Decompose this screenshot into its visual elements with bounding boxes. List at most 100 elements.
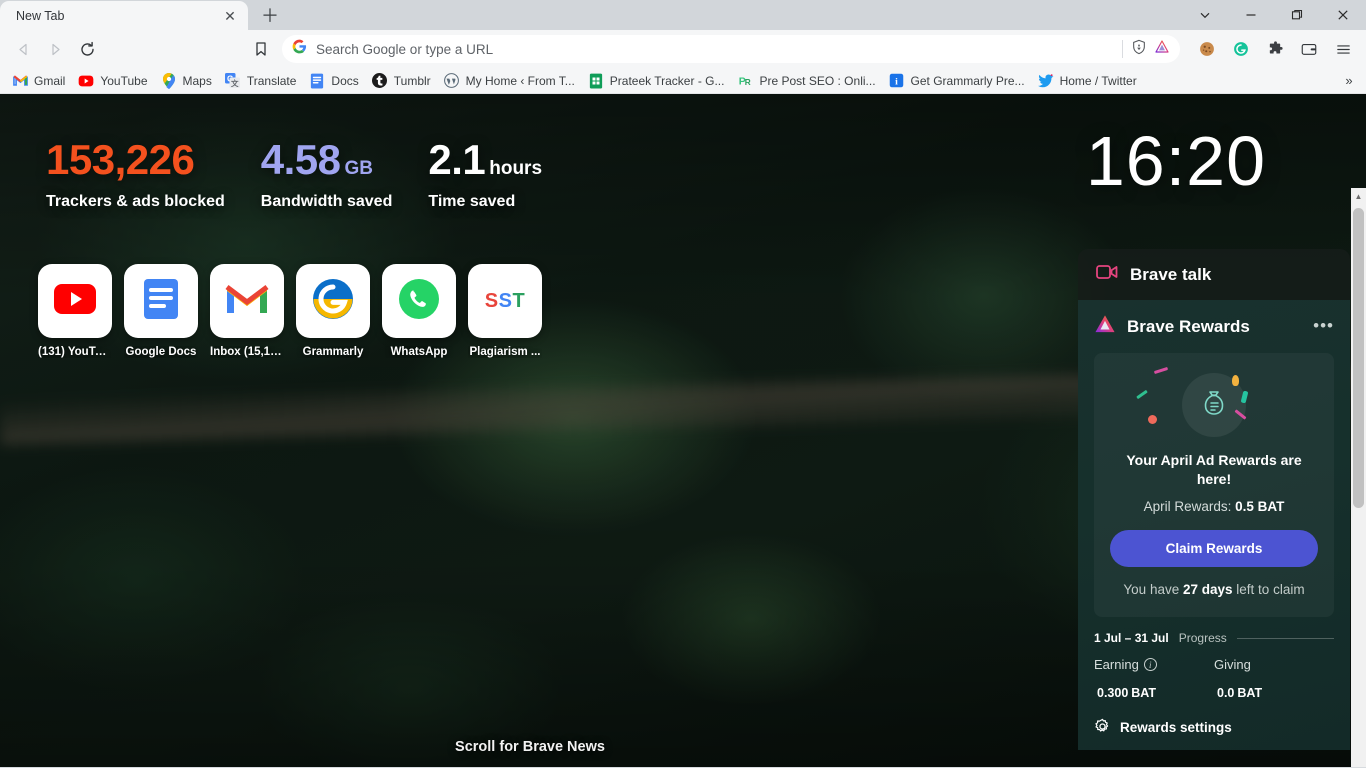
shortcut-label: Google Docs <box>125 346 197 358</box>
bookmark-label: Get Grammarly Pre... <box>910 73 1025 88</box>
bookmark-label: Docs <box>331 73 359 88</box>
shortcut-tile[interactable] <box>124 264 198 338</box>
bookmark-icon[interactable] <box>246 34 276 64</box>
shortcut-plagiarism-sst[interactable]: SST Plagiarism ... <box>468 264 542 358</box>
brave-shields-icon[interactable] <box>1131 39 1147 60</box>
tab-title: New Tab <box>16 8 65 23</box>
bookmark-prateek-tracker[interactable]: Prateek Tracker - G... <box>582 70 731 92</box>
progress-range-suffix: Progress <box>1178 631 1227 645</box>
puzzle-extensions-icon[interactable] <box>1260 34 1290 64</box>
brave-talk-widget[interactable]: Brave talk <box>1078 249 1350 300</box>
reward-amount-label: April Rewards: <box>1143 498 1232 514</box>
scrollbar-thumb[interactable] <box>1353 208 1364 508</box>
bookmark-label: My Home ‹ From T... <box>465 73 575 88</box>
bookmark-maps[interactable]: Maps <box>155 70 218 92</box>
shortcut-google-docs[interactable]: Google Docs <box>124 264 198 358</box>
twitter-icon <box>1037 73 1054 89</box>
browser-tab-new-tab[interactable]: New Tab ✕ <box>0 1 248 30</box>
bookmark-pre-post-seo[interactable]: PR Pre Post SEO : Onli... <box>731 70 881 92</box>
shortcut-tile[interactable] <box>210 264 284 338</box>
google-g-icon <box>292 39 307 59</box>
reward-days-left: You have 27 days left to claim <box>1110 581 1318 599</box>
stat-value: 4.58 <box>260 136 341 183</box>
confetti-piece <box>1240 390 1249 404</box>
title-bar: New Tab ✕ ＋ <box>0 0 1366 30</box>
page-scrollbar[interactable]: ▲ <box>1351 188 1366 767</box>
divider-rule <box>1236 637 1334 639</box>
bookmark-gmail[interactable]: Gmail <box>6 70 71 92</box>
scroll-up-caret-up-icon[interactable]: ▲ <box>1351 188 1366 204</box>
days-value: 27 days <box>1182 581 1233 597</box>
minimize-icon[interactable] <box>1228 0 1274 30</box>
shortcut-tile[interactable] <box>296 264 370 338</box>
giving-label: Giving <box>1214 657 1251 672</box>
bookmark-home-twitter[interactable]: Home / Twitter <box>1032 70 1143 92</box>
address-bar[interactable]: Search Google or type a URL <box>282 35 1180 63</box>
bookmarks-overflow-chevron-double-right-icon[interactable]: » <box>1338 70 1360 92</box>
hamburger-menu-icon[interactable] <box>1328 34 1358 64</box>
new-tab-page: 153,226 Trackers & ads blocked 4.58 GB B… <box>0 94 1366 767</box>
bookmark-youtube[interactable]: YouTube <box>72 70 153 92</box>
bookmark-label: Pre Post SEO : Onli... <box>759 73 876 88</box>
bookmark-docs[interactable]: Docs <box>303 70 364 92</box>
info-icon[interactable]: i <box>1143 658 1157 671</box>
sst-icon: SST <box>484 289 526 312</box>
confetti-piece <box>1153 366 1169 375</box>
stat-bandwidth-saved: 4.58 GB Bandwidth saved <box>261 139 393 211</box>
confetti-piece <box>1136 389 1148 400</box>
close-tab-icon[interactable]: ✕ <box>220 6 240 26</box>
stat-trackers-blocked: 153,226 Trackers & ads blocked <box>46 139 225 211</box>
rewards-settings-link[interactable]: Rewards settings <box>1094 704 1334 750</box>
claim-rewards-button[interactable]: Claim Rewards <box>1110 529 1318 567</box>
stat-time-saved: 2.1 hours Time saved <box>428 139 542 211</box>
shortcut-youtube[interactable]: (131) YouTube <box>38 264 112 358</box>
brave-rewards-triangle-icon[interactable] <box>1154 39 1170 60</box>
shortcut-whatsapp[interactable]: WhatsApp <box>382 264 456 358</box>
more-options-icon[interactable]: ••• <box>1313 317 1334 334</box>
shortcut-inbox-gmail[interactable]: Inbox (15,103) <box>210 264 284 358</box>
confetti-piece <box>1232 375 1239 386</box>
reload-icon[interactable] <box>72 34 102 64</box>
cookie-icon[interactable] <box>1192 34 1222 64</box>
forward-arrow-icon[interactable] <box>40 34 70 64</box>
reward-illustration <box>1136 366 1249 437</box>
progress-earning: Earning i 0.300 BAT <box>1094 657 1214 704</box>
clock: 16:20 <box>1085 122 1266 200</box>
giving-unit: BAT <box>1237 686 1263 700</box>
brave-news-hint[interactable]: Scroll for Brave News <box>0 739 1060 755</box>
maximize-icon[interactable] <box>1274 0 1320 30</box>
brave-rewards-widget: Brave Rewards ••• Your April Ad Rewards … <box>1078 300 1350 750</box>
close-window-icon[interactable] <box>1320 0 1366 30</box>
bookmark-label: Maps <box>182 73 212 88</box>
privacy-stats: 153,226 Trackers & ads blocked 4.58 GB B… <box>46 139 578 211</box>
bookmark-label: YouTube <box>100 73 148 88</box>
rewards-settings-label: Rewards settings <box>1120 720 1232 735</box>
gmail-icon <box>12 73 28 89</box>
bookmark-tumblr[interactable]: Tumblr <box>366 70 437 92</box>
bookmark-my-home-wordpress[interactable]: My Home ‹ From T... <box>438 70 581 92</box>
wallet-icon[interactable] <box>1294 34 1324 64</box>
shortcut-tile[interactable] <box>382 264 456 338</box>
back-arrow-icon[interactable] <box>8 34 38 64</box>
bookmark-get-grammarly[interactable]: i Get Grammarly Pre... <box>883 70 1031 92</box>
earning-unit: BAT <box>1131 686 1157 700</box>
gmail-icon <box>225 282 269 321</box>
shortcut-tile[interactable] <box>38 264 112 338</box>
bookmark-translate[interactable]: G文 Translate <box>219 70 303 92</box>
bookmark-label: Gmail <box>34 73 66 88</box>
stat-unit: GB <box>344 158 374 179</box>
reward-claim-card: Your April Ad Rewards are here! April Re… <box>1094 353 1334 617</box>
shortcut-tile[interactable]: SST <box>468 264 542 338</box>
svg-text:i: i <box>895 76 898 87</box>
confetti-piece <box>1148 415 1157 424</box>
bookmark-label: Home / Twitter <box>1059 73 1137 88</box>
shortcut-grammarly[interactable]: Grammarly <box>296 264 370 358</box>
earning-label-row: Earning i <box>1094 657 1214 672</box>
tab-search-chevron-down-icon[interactable] <box>1182 0 1228 30</box>
new-tab-button[interactable]: ＋ <box>256 1 284 29</box>
days-prefix: You have <box>1123 581 1180 597</box>
bookmarks-bar: Gmail YouTube Maps G文 Translate Docs Tum… <box>0 68 1366 94</box>
grammarly-icon[interactable] <box>1226 34 1256 64</box>
bookmark-label: Translate <box>246 73 297 88</box>
bookmark-label: Tumblr <box>393 73 431 88</box>
